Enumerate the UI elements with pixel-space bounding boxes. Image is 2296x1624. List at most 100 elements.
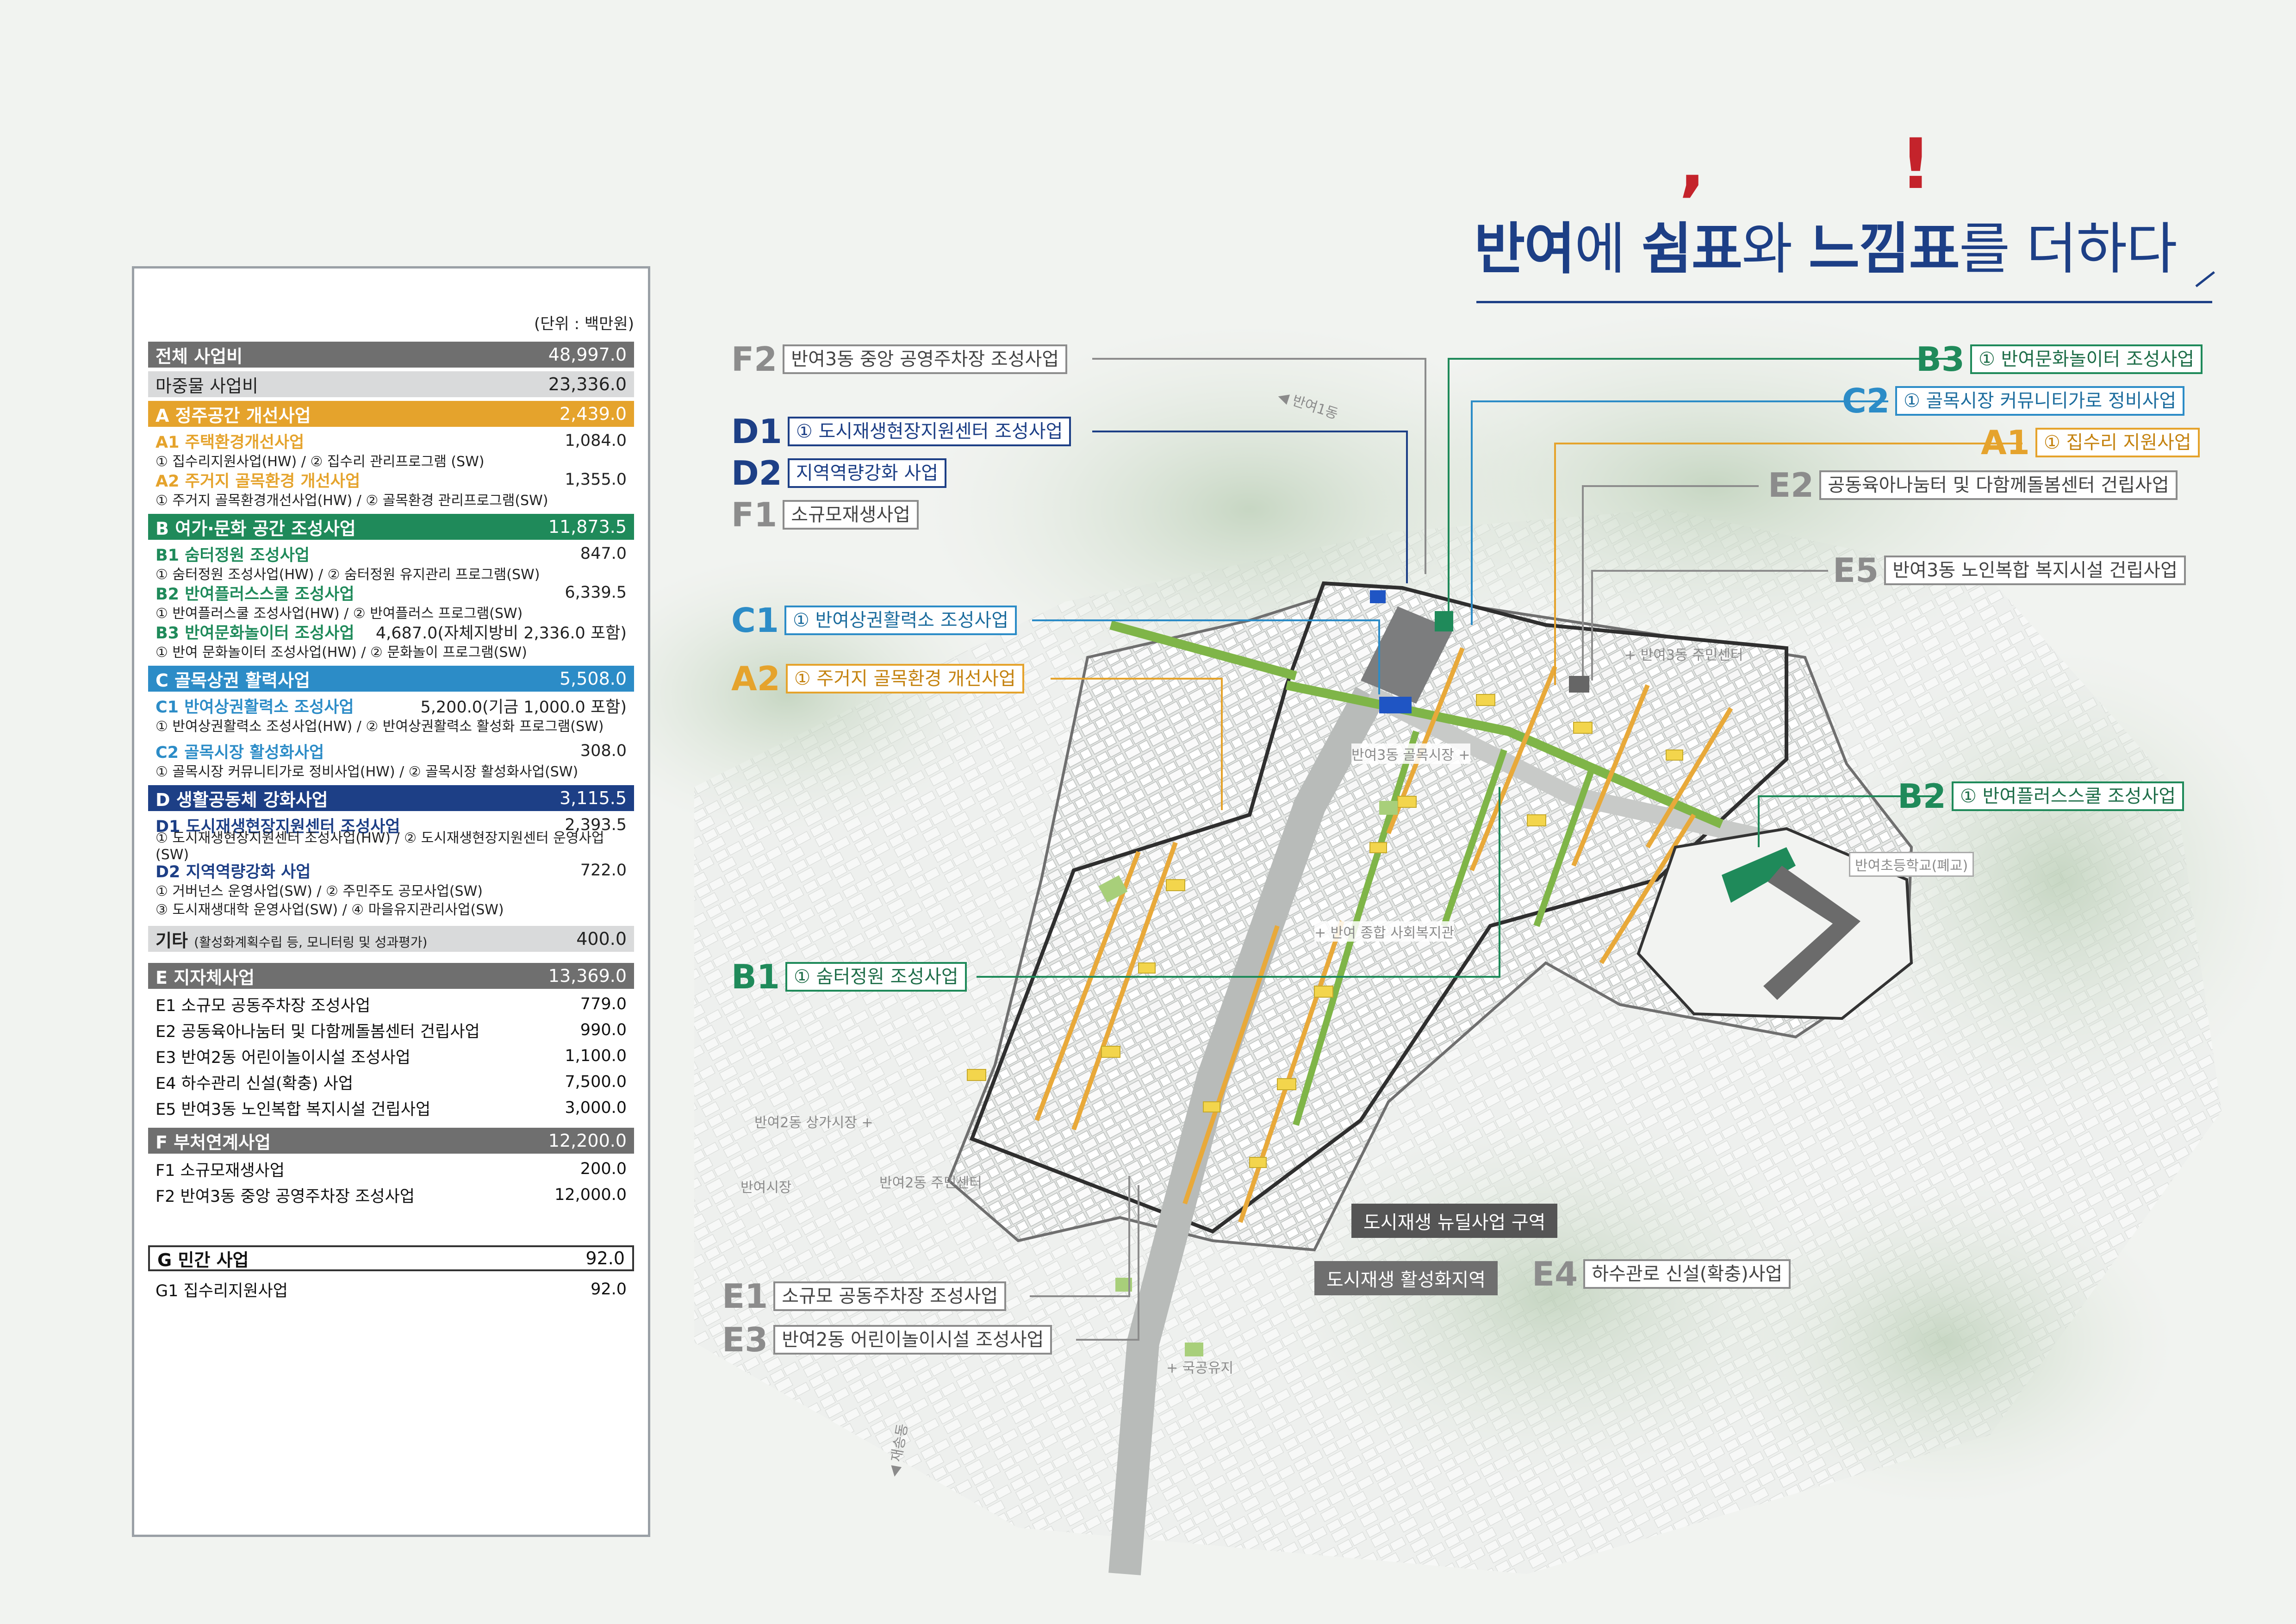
title-part-banyeo: 반여: [1474, 217, 1575, 281]
c1-code: C1: [731, 601, 779, 640]
category-d-value: 3,115.5: [559, 788, 627, 808]
page-title: 반여에 쉼표와 느낌표를 더하다: [1474, 204, 2178, 284]
place-mall2: 반여2동 상가시장 +: [754, 1115, 873, 1131]
row-d2: D2 지역역량강화 사업 722.0: [148, 860, 634, 881]
row-e2: E2 공동육아나눔터 및 다함께돌봄센터 건립사업 990.0: [148, 1019, 634, 1041]
map-tag-e5: E5 반여3동 노인복합 복지시설 건립사업: [1833, 554, 2186, 587]
d1-text: ① 도시재생현장지원센터 조성사업: [787, 417, 1071, 446]
row-b3: B3 반여문화놀이터 조성사업 4,687.0(자체지방비 2,336.0 포함…: [148, 621, 634, 643]
d2-label: D2 지역역량강화 사업: [156, 862, 311, 881]
matching-value: 23,336.0: [548, 374, 627, 394]
category-b-label: B 여가·문화 공간 조성사업: [156, 518, 356, 539]
category-e-label: E 지자체사업: [156, 967, 255, 988]
budget-unit: (단위 : 백만원): [534, 315, 634, 333]
category-f-value: 12,200.0: [548, 1131, 627, 1151]
b3-text: ① 반여문화놀이터 조성사업: [1970, 344, 2203, 374]
map-tag-c2: C2 ① 골목시장 커뮤니티가로 정비사업: [1842, 381, 2185, 420]
category-b-value: 11,873.5: [548, 517, 627, 537]
title-part-wa: 와: [1742, 217, 1809, 281]
c1-value: 5,200.0(기금 1,000.0 포함): [420, 698, 627, 717]
a1-detail: ① 집수리지원사업(HW) / ② 집수리 관리프로그램 (SW): [156, 454, 485, 470]
row-etc: 기타 (활성화계획수립 등, 모니터링 및 성과평가) 400.0: [148, 926, 634, 952]
c2-text: ① 골목시장 커뮤니티가로 정비사업: [1895, 386, 2185, 416]
map-tag-b1: B1 ① 숨터정원 조성사업: [731, 960, 967, 993]
title-part-neukkimpyo: 느낌표: [1808, 217, 1960, 281]
b2-code: B2: [1898, 777, 1946, 816]
map-tag-e1: E1 소규모 공동주차장 조성사업: [722, 1277, 1007, 1316]
f1-label: F1 소규모재생사업: [156, 1161, 285, 1180]
e1-text: 소규모 공동주차장 조성사업: [773, 1281, 1007, 1311]
a1-code: A1: [1981, 423, 2030, 462]
e3-value: 1,100.0: [565, 1047, 627, 1065]
e3-text: 반여2동 어린이놀이시설 조성사업: [773, 1325, 1052, 1355]
row-e1: E1 소규모 공동주차장 조성사업 779.0: [148, 993, 634, 1015]
map-tag-e2: E2 공동육아나눔터 및 다함께돌봄센터 건립사업: [1768, 468, 2178, 502]
map-tag-a1: A1 ① 집수리 지원사업: [1981, 426, 2200, 459]
b1-value: 847.0: [580, 544, 627, 563]
row-b1: B1 숨터정원 조성사업 847.0: [148, 543, 634, 565]
a2-code: A2: [731, 659, 780, 698]
row-f2: F2 반여3동 중앙 공영주차장 조성사업 12,000.0: [148, 1184, 634, 1206]
f2-text: 반여3동 중앙 공영주차장 조성사업: [783, 344, 1068, 374]
category-a-label: A 정주공간 개선사업: [156, 405, 311, 426]
map-tag-b3: B3 ① 반여문화놀이터 조성사업: [1916, 343, 2203, 376]
e4-code: E4: [1532, 1255, 1578, 1293]
place-market: 반여시장: [740, 1180, 792, 1196]
d2-value: 722.0: [580, 861, 627, 880]
row-f1: F1 소규모재생사업 200.0: [148, 1158, 634, 1180]
e1-label: E1 소규모 공동주차장 조성사업: [156, 996, 371, 1015]
g1-value: 92.0: [591, 1280, 627, 1299]
row-category-e: E 지자체사업 13,369.0: [148, 963, 634, 989]
place-school: 반여초등학교(폐교): [1849, 852, 1974, 877]
row-category-c: C 골목상권 활력사업 5,508.0: [148, 666, 634, 692]
e5-code: E5: [1833, 551, 1879, 590]
d2-code: D2: [731, 454, 782, 493]
c1-text: ① 반여상권활력소 조성사업: [784, 606, 1017, 635]
e4-value: 7,500.0: [565, 1073, 627, 1091]
c2-value: 308.0: [580, 742, 627, 760]
c1-detail: ① 반여상권활력소 조성사업(HW) / ② 반여상권활력소 활성화 프로그램(…: [156, 718, 604, 735]
map-tag-d2: D2 지역역량강화 사업: [731, 456, 946, 490]
etc-note: (활성화계획수립 등, 모니터링 및 성과평가): [194, 934, 428, 950]
row-e5: E5 반여3동 노인복합 복지시설 건립사업 3,000.0: [148, 1097, 634, 1119]
b1-text: ① 숨터정원 조성사업: [785, 962, 967, 992]
title-underline: [1476, 301, 2212, 303]
f2-code: F2: [731, 340, 778, 379]
a1-text: ① 집수리 지원사업: [2035, 428, 2200, 457]
c2-code: C2: [1842, 381, 1890, 420]
d2-detail-1: ① 거버넌스 운영사업(SW) / ② 주민주도 공모사업(SW): [156, 883, 483, 899]
d2-detail-2: ③ 도시재생대학 운영사업(SW) / ④ 마을유지관리사업(SW): [156, 902, 504, 918]
e5-label: E5 반여3동 노인복합 복지시설 건립사업: [156, 1100, 431, 1119]
category-d-label: D 생활공동체 강화사업: [156, 789, 328, 810]
e2-code: E2: [1768, 466, 1814, 505]
row-matching: 마중물 사업비 23,336.0: [148, 371, 634, 397]
category-g-value: 92.0: [585, 1248, 625, 1268]
b2-text: ① 반여플러스스쿨 조성사업: [1951, 781, 2184, 811]
map-tag-f2: F2 반여3동 중앙 공영주차장 조성사업: [731, 340, 1068, 379]
etc-label: 기타: [156, 930, 188, 951]
c2-detail: ① 골목시장 커뮤니티가로 정비사업(HW) / ② 골목시장 활성화사업(SW…: [156, 764, 579, 780]
row-a1: A1 주택환경개선사업 1,084.0: [148, 431, 634, 452]
d2-text: 지역역량강화 사업: [787, 458, 946, 488]
e2-text: 공동육아나눔터 및 다함께돌봄센터 건립사업: [1819, 470, 2178, 500]
b1-code: B1: [731, 957, 780, 996]
row-b2: B2 반여플러스스쿨 조성사업 6,339.5: [148, 582, 634, 604]
category-e-value: 13,369.0: [548, 966, 627, 986]
place-center3: + 반여3동 주민센터: [1624, 647, 1743, 663]
a2-detail: ① 주거지 골목환경개선사업(HW) / ② 골목환경 관리프로그램(SW): [156, 493, 548, 509]
matching-label: 마중물 사업비: [156, 375, 258, 396]
map-tag-e4: E4 하수관로 신설(확충)사업: [1532, 1257, 1791, 1291]
map-tag-e3: E3 반여2동 어린이놀이시설 조성사업: [722, 1323, 1052, 1356]
map-tag-a2: A2 ① 주거지 골목환경 개선사업: [731, 662, 1024, 695]
total-value: 48,997.0: [548, 344, 627, 365]
category-f-label: F 부처연계사업: [156, 1132, 271, 1153]
a2-value: 1,355.0: [565, 470, 627, 489]
b3-code: B3: [1916, 340, 1965, 379]
c2-label: C2 골목시장 활성화사업: [156, 743, 324, 762]
row-c2: C2 골목시장 활성화사업 308.0: [148, 741, 634, 762]
e1-code: E1: [722, 1277, 768, 1316]
d1-code: D1: [731, 412, 782, 451]
category-g-label: G 민간 사업: [157, 1249, 249, 1270]
budget-table-panel: (단위 : 백만원) 전체 사업비 48,997.0 마중물 사업비 23,33…: [132, 266, 650, 1537]
b3-label: B3 반여문화놀이터 조성사업: [156, 624, 355, 643]
